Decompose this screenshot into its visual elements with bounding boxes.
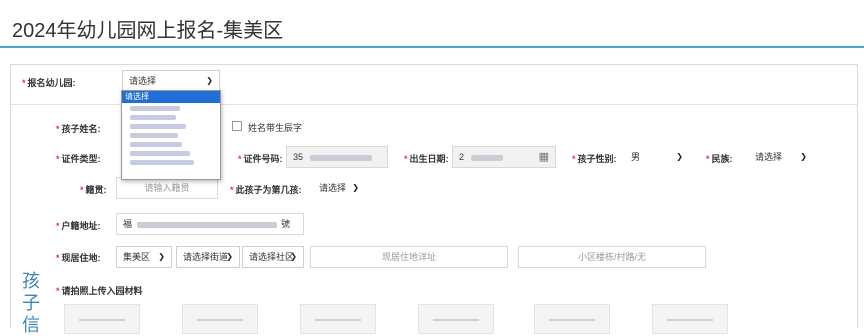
native-place-placeholder: 请输入籍贯 [144, 183, 190, 193]
residence-label: * 现居住地: [56, 251, 101, 264]
upload-label: * 请拍照上传入园材料 [56, 284, 143, 297]
kindergarten-dropdown-list[interactable]: 请选择 [121, 90, 221, 180]
residence-detail-input[interactable]: 现居住地详址 [310, 246, 508, 268]
residence-street-value: 请选择街道 [183, 252, 229, 262]
id-number-label-text: 证件号码: [243, 154, 283, 164]
residence-building-input[interactable]: 小区楼栋/村路/无 [518, 246, 706, 268]
dropdown-option-obscured[interactable] [130, 160, 194, 165]
required-mark: * [572, 154, 576, 164]
required-mark: * [56, 286, 60, 296]
upload-slot[interactable] [418, 304, 494, 334]
chevron-down-icon: ❯ [800, 152, 807, 161]
chevron-down-icon: ❯ [352, 183, 359, 192]
id-type-label-text: 证件类型: [61, 154, 101, 164]
chevron-down-icon: ❯ [158, 252, 165, 261]
household-address-label: * 户籍地址: [56, 219, 101, 232]
required-mark: * [238, 154, 242, 164]
native-place-label: * 籍贯: [80, 183, 107, 196]
birth-date-label: * 出生日期: [404, 152, 449, 165]
residence-community-value: 请选择社区 [249, 252, 295, 262]
residence-building-placeholder: 小区楼栋/村路/无 [577, 252, 646, 262]
upload-slot[interactable] [534, 304, 610, 334]
chevron-down-icon: ❯ [676, 152, 683, 161]
required-mark: * [22, 78, 26, 88]
id-number-label: * 证件号码: [238, 152, 283, 165]
child-name-label-text: 孩子姓名: [61, 124, 101, 134]
residence-label-text: 现居住地: [61, 253, 101, 263]
dropdown-option-obscured[interactable] [130, 133, 178, 138]
household-address-suffix: 號 [281, 219, 291, 229]
household-address-input[interactable]: 福 號 [116, 213, 304, 235]
household-address-prefix: 福 [123, 219, 133, 229]
child-order-label-text: 此孩子为第几孩: [235, 185, 302, 195]
required-mark: * [706, 154, 710, 164]
native-place-label-text: 籍贯: [85, 185, 107, 195]
kindergarten-label: * 报名幼儿园: [22, 76, 76, 89]
upload-slot[interactable] [652, 304, 728, 334]
birth-date-value: 2 [459, 152, 465, 162]
ethnicity-select[interactable]: 请选择 ❯ [748, 146, 814, 168]
child-name-label: * 孩子姓名: [56, 122, 101, 135]
residence-detail-placeholder: 现居住地详址 [381, 252, 436, 262]
ethnicity-label: * 民族: [706, 152, 733, 165]
native-place-input[interactable]: 请输入籍贯 [116, 177, 218, 199]
child-order-value: 请选择 [319, 183, 347, 193]
required-mark: * [56, 154, 60, 164]
dropdown-option-obscured[interactable] [130, 151, 190, 156]
required-mark: * [404, 154, 408, 164]
birth-date-input[interactable]: 2 ▦ [452, 146, 556, 168]
household-address-label-text: 户籍地址: [61, 221, 101, 231]
dropdown-option-obscured[interactable] [130, 106, 180, 111]
obscured-value [136, 221, 277, 228]
upload-slot[interactable] [300, 304, 376, 334]
residence-district-value: 集美区 [123, 252, 151, 262]
gender-label-text: 孩子性别: [577, 154, 617, 164]
ethnicity-label-text: 民族: [711, 154, 733, 164]
birth-date-label-text: 出生日期: [409, 154, 449, 164]
residence-district-select[interactable]: 集美区 ❯ [116, 246, 172, 268]
calendar-icon[interactable]: ▦ [539, 147, 549, 167]
gender-select[interactable]: 男 ❯ [624, 146, 690, 168]
dropdown-option-obscured[interactable] [130, 115, 176, 120]
section-side-label: 孩子信 [22, 271, 40, 335]
gender-label: * 孩子性别: [572, 152, 617, 165]
upload-slot[interactable] [64, 304, 140, 334]
id-number-value: 35 [293, 152, 304, 162]
upload-label-text: 请拍照上传入园材料 [61, 286, 143, 296]
required-mark: * [230, 185, 234, 195]
unborn-name-checkbox[interactable] [232, 121, 242, 131]
chevron-down-icon: ❯ [290, 252, 297, 261]
ethnicity-value: 请选择 [755, 152, 783, 162]
kindergarten-label-text: 报名幼儿园: [27, 78, 76, 88]
id-type-label: * 证件类型: [56, 152, 101, 165]
page-title: 2024年幼儿园网上报名-集美区 [12, 20, 284, 42]
obscured-value [470, 154, 503, 161]
child-order-select[interactable]: 请选择 ❯ [312, 177, 366, 199]
child-order-label: * 此孩子为第几孩: [230, 183, 302, 196]
kindergarten-select-value: 请选择 [129, 76, 157, 86]
required-mark: * [56, 221, 60, 231]
gender-value: 男 [631, 152, 641, 162]
id-number-input[interactable]: 35 [286, 146, 388, 168]
chevron-down-icon: ❯ [226, 252, 233, 261]
required-mark: * [56, 253, 60, 263]
upload-slot[interactable] [182, 304, 258, 334]
required-mark: * [56, 124, 60, 134]
dropdown-option-obscured[interactable] [130, 124, 186, 129]
dropdown-option-selected[interactable]: 请选择 [122, 91, 220, 103]
obscured-value [309, 154, 372, 161]
required-mark: * [80, 185, 84, 195]
residence-community-select[interactable]: 请选择社区 ❯ [242, 246, 304, 268]
title-divider [0, 46, 864, 48]
residence-street-select[interactable]: 请选择街道 ❯ [176, 246, 240, 268]
chevron-down-icon: ❯ [206, 76, 213, 85]
unborn-name-label: 姓名带生辰字 [248, 123, 303, 133]
kindergarten-select[interactable]: 请选择 ❯ [122, 70, 220, 92]
dropdown-option-obscured[interactable] [130, 142, 182, 147]
